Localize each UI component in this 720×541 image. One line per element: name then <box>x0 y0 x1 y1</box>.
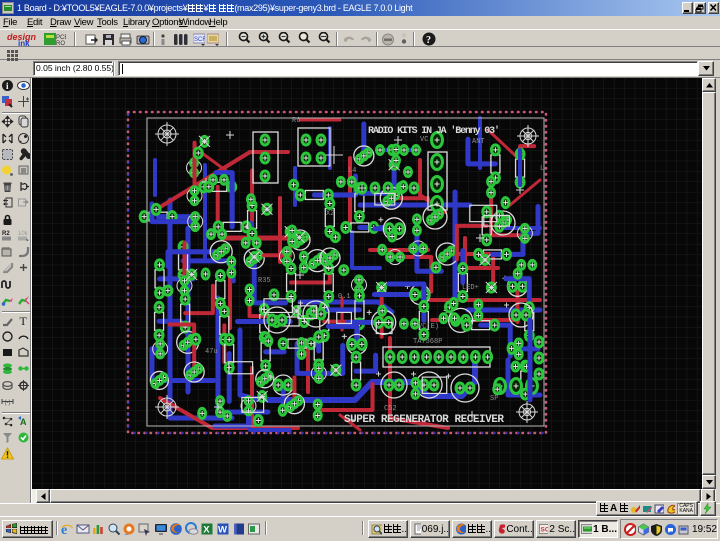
svg-text:TA7368P: TA7368P <box>413 338 442 346</box>
svg-text:SCR: SCR <box>194 37 205 43</box>
svg-text:?: ? <box>426 35 431 46</box>
svg-text:L: L <box>540 165 544 173</box>
svg-text:X2: X2 <box>326 210 334 218</box>
svg-text:R6: R6 <box>292 117 300 125</box>
svg-text:RADIO KITS IN JA 'Benny 03': RADIO KITS IN JA 'Benny 03' <box>368 125 500 137</box>
svg-text:LED+: LED+ <box>462 284 479 292</box>
svg-text:C52: C52 <box>384 405 397 413</box>
svg-text:A: A <box>20 417 27 427</box>
svg-text:X: X <box>204 525 211 536</box>
svg-text:0.1: 0.1 <box>338 293 351 301</box>
svg-text:R35: R35 <box>258 277 271 285</box>
svg-text:ANT: ANT <box>472 138 485 146</box>
svg-text:W: W <box>218 525 227 536</box>
svg-text:RO: RO <box>56 41 65 46</box>
svg-text:47u: 47u <box>205 348 218 356</box>
svg-text:VC(E): VC(E) <box>418 323 439 331</box>
svg-text:10k: 10k <box>18 231 29 237</box>
svg-text:T: T <box>20 314 28 327</box>
svg-text:SUPER REGENERATOR RECEIVER: SUPER REGENERATOR RECEIVER <box>344 414 504 426</box>
svg-text:R2: R2 <box>2 231 10 237</box>
svg-text:SCH: SCH <box>541 527 549 534</box>
svg-text:L4: L4 <box>348 167 356 175</box>
svg-text:C27: C27 <box>296 340 309 348</box>
svg-text:ink: ink <box>18 39 30 47</box>
svg-text:VC: VC <box>420 136 428 144</box>
svg-text:SP: SP <box>490 395 498 403</box>
svg-text:(-): (-) <box>5 400 11 406</box>
